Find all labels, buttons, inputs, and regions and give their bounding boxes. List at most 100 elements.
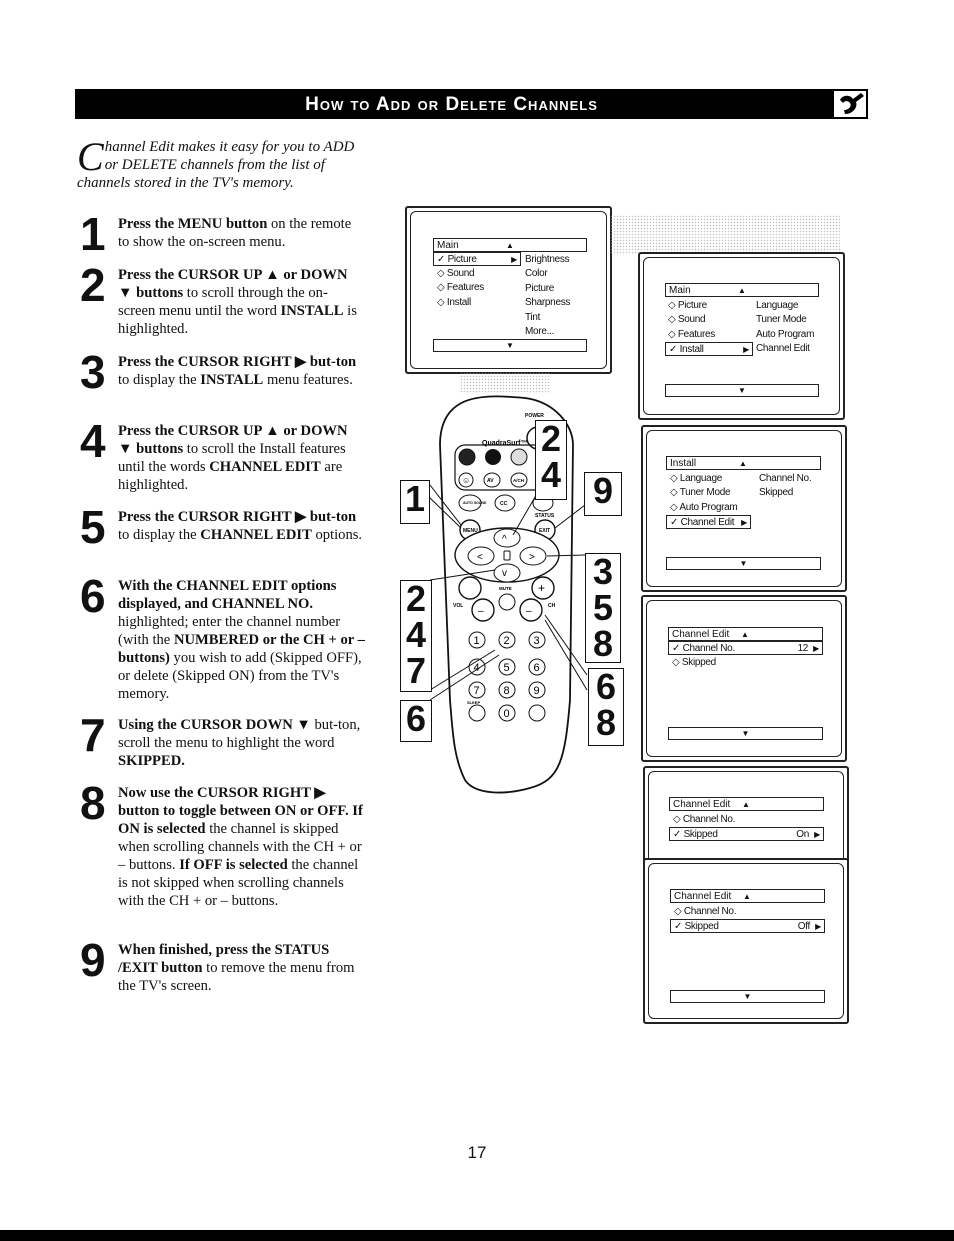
skipped-value: On [796, 829, 809, 840]
step-text: Press the CURSOR RIGHT ▶ but-ton to disp… [118, 508, 365, 544]
menu-item[interactable]: ◇ Tuner Mode [670, 486, 731, 499]
menu-item-selected[interactable]: ✓ Channel Edit ▶ [666, 515, 751, 529]
menu-item[interactable]: ◇ Picture [668, 299, 707, 312]
drop-cap: C [77, 134, 104, 179]
step-number: 3 [80, 346, 106, 398]
intro-text: hannel Edit makes it easy for you to ADD… [77, 139, 355, 191]
up-arrow-icon: ▲ [739, 459, 747, 468]
menu-item-selected[interactable]: ✓ Skipped Off ▶ [670, 919, 825, 933]
step-text: Press the CURSOR UP ▲ or DOWN ▼ buttons … [118, 266, 365, 338]
step-3: 3 Press the CURSOR RIGHT ▶ but-ton to dis… [80, 349, 365, 395]
digit-label: 3 [534, 635, 540, 647]
menu-item[interactable]: ◇ Sound [437, 267, 475, 280]
menu-item-selected[interactable]: ✓ Install ▶ [665, 342, 753, 356]
menu-item-label: Channel Edit [680, 517, 735, 528]
step-text: With the CHANNEL EDIT options displayed,… [118, 577, 365, 703]
menu-header: Main ▲ [433, 238, 587, 252]
menu-item[interactable]: ◇ Install [437, 296, 471, 309]
step-text-bold: CHANNEL EDIT [200, 527, 312, 543]
menu-screen-main-install: Main ▲ ◇ Picture ◇ Sound ◇ Features ✓ Ins… [638, 252, 845, 420]
step-number: 9 [80, 934, 106, 986]
channel-number-value: 12 [797, 643, 808, 654]
step-text-plain: to display the [118, 372, 201, 388]
scroll-down-indicator: ▼ [665, 384, 819, 397]
step-2: 2 Press the CURSOR UP ▲ or DOWN ▼ buttons… [80, 262, 365, 338]
menu-item-label: Tuner Mode [679, 487, 731, 498]
menu-item[interactable]: ◇ Language [670, 472, 722, 485]
status-label: STATUS [535, 513, 555, 519]
step-text-bold: Press the CURSOR RIGHT ▶ but-ton [118, 354, 357, 370]
menu-item-label: Skipped [681, 657, 716, 668]
menu-item-label: Picture [677, 300, 707, 311]
menu-header-label: Channel Edit [674, 891, 732, 902]
scroll-down-indicator: ▼ [666, 557, 821, 570]
page-title: How to Add or Delete Channels [305, 94, 598, 115]
step-text: Press the CURSOR RIGHT ▶ but-ton to disp… [118, 353, 365, 389]
menu-item-label: Features [677, 329, 715, 340]
menu-item[interactable]: ◇ Features [437, 281, 484, 294]
menu-header: Channel Edit ▲ [668, 627, 823, 641]
menu-item[interactable]: ◇ Sound [668, 313, 706, 326]
menu-item-label: Install [446, 297, 471, 308]
submenu-option: Channel No. [759, 473, 812, 484]
remote-graphic [840, 93, 864, 114]
menu-item-label: Features [446, 282, 484, 293]
step-7: 7 Using the CURSOR DOWN ▼ but-ton, scroll… [80, 712, 365, 770]
menu-item-label: Install [679, 344, 704, 355]
menu-screen-skipped-on: Channel Edit ▲ ◇ Channel No. ✓ Skipped On ▶ [643, 766, 849, 865]
exit-label: EXIT [539, 528, 550, 534]
callout-step-6: 6 [400, 700, 432, 742]
step-text-plain: menu features. [263, 372, 353, 388]
cc-label: CC [500, 501, 508, 507]
menu-item[interactable]: ◇ Skipped [672, 656, 716, 669]
menu-item[interactable]: ◇ Channel No. [674, 905, 736, 918]
cursor-left-icon: < [477, 552, 483, 563]
cursor-down-button [493, 563, 521, 583]
menu-screen-skipped-off: Channel Edit ▲ ◇ Channel No. ✓ Skipped Off… [643, 858, 849, 1024]
step-text: Press the CURSOR UP ▲ or DOWN ▼ buttons … [118, 422, 365, 494]
step-number: 7 [80, 709, 106, 761]
sleep-button [468, 704, 486, 722]
submenu-option: Language [756, 300, 799, 311]
menu-header-label: Channel Edit [673, 799, 731, 810]
blank-button [528, 704, 546, 722]
smiley-icon: ☺ [462, 476, 470, 485]
step-number: 4 [80, 415, 106, 467]
callout-step-1: 1 [400, 480, 430, 524]
digit-label: 2 [504, 635, 510, 647]
right-arrow-icon: ▶ [814, 830, 820, 839]
right-arrow-icon: ▶ [741, 518, 747, 527]
step-number: 2 [80, 259, 106, 311]
screen-glow [610, 215, 840, 255]
menu-item-label: Channel No. [682, 643, 736, 654]
callout-number: 2 [405, 578, 427, 619]
menu-screen-main-picture: Main ▲ ✓ Picture ▶ ◇ Sound ◇ Features ◇ In… [405, 206, 612, 374]
sleep-label: SLEEP [467, 700, 480, 705]
submenu-option: Brightness [525, 254, 570, 265]
footer-bar [0, 1230, 954, 1241]
scroll-down-indicator: ▼ [668, 727, 823, 740]
callout-number: 9 [592, 470, 614, 511]
step-text-bold: CHANNEL EDIT [209, 459, 321, 475]
step-number: 1 [80, 208, 106, 260]
menu-item[interactable]: ◇ Auto Program [670, 501, 738, 514]
step-text-bold: If OFF is selected [179, 857, 288, 873]
skipped-value: Off [797, 921, 811, 932]
submenu-option: Sharpness [525, 297, 571, 308]
right-arrow-icon: ▶ [815, 922, 821, 931]
quadrasurf-button-3 [510, 448, 528, 466]
ch-label: CH [548, 603, 556, 609]
digit-label: 6 [534, 662, 540, 674]
menu-header: Channel Edit ▲ [670, 889, 825, 903]
menu-item-selected[interactable]: ✓ Channel No. 12 ▶ [668, 641, 823, 655]
menu-item-selected[interactable]: ✓ Picture ▶ [433, 252, 521, 266]
menu-item[interactable]: ◇ Features [668, 328, 715, 341]
minus-icon: – [478, 606, 484, 617]
menu-item-label: Sound [677, 314, 706, 325]
auto-sound-label: AUTO SOUND [463, 501, 487, 505]
section-header-bar: How to Add or Delete Channels [75, 89, 868, 119]
step-text-plain: options. [311, 527, 363, 543]
menu-item[interactable]: ◇ Channel No. [673, 813, 735, 826]
menu-item-selected[interactable]: ✓ Skipped On ▶ [669, 827, 824, 841]
plus-icon: + [538, 581, 545, 595]
